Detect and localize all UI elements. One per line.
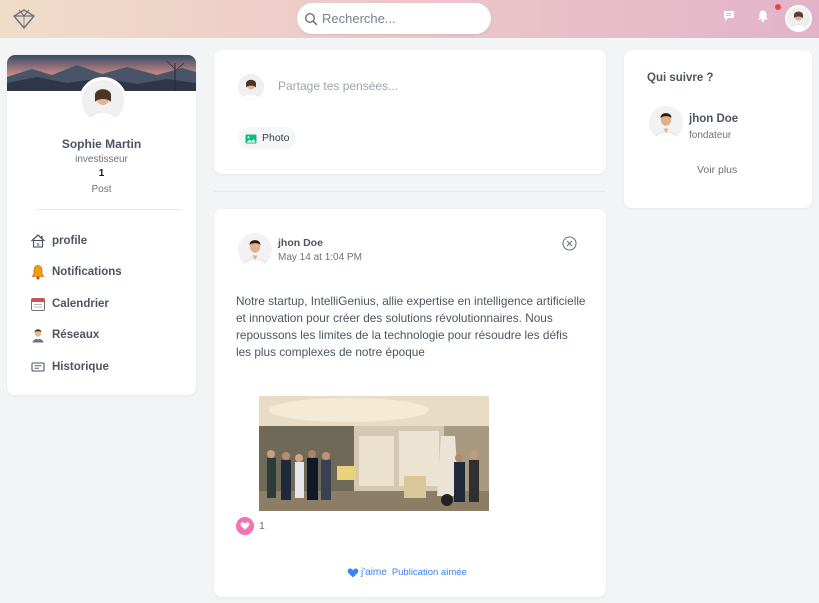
profile-avatar[interactable] bbox=[79, 77, 127, 125]
feed-divider bbox=[214, 191, 606, 192]
profile-divider bbox=[37, 209, 181, 210]
like-button-label: j'aime bbox=[361, 566, 387, 578]
person-icon bbox=[30, 327, 46, 343]
sidebar-item-label: Historique bbox=[52, 360, 109, 373]
sidebar-item-label: Calendrier bbox=[52, 297, 109, 310]
top-bar bbox=[0, 0, 819, 38]
notification-dot bbox=[775, 4, 781, 10]
sidebar-item-reseaux[interactable]: Réseaux bbox=[30, 320, 190, 352]
post-image[interactable] bbox=[259, 396, 489, 511]
heart-icon bbox=[347, 566, 359, 578]
suggestions-card: Qui suivre ? jhon Doe fondateur Voir plu… bbox=[624, 50, 812, 208]
diamond-logo-icon[interactable] bbox=[12, 8, 36, 30]
sidebar-item-label: Réseaux bbox=[52, 329, 100, 342]
user-avatar[interactable] bbox=[785, 5, 812, 32]
suggestion-avatar[interactable] bbox=[649, 106, 683, 140]
sidebar-item-calendrier[interactable]: Calendrier bbox=[30, 288, 190, 320]
image-icon bbox=[245, 132, 257, 144]
sidebar-item-notifications[interactable]: Notifications bbox=[30, 257, 190, 289]
sidebar-menu: profile Notifications Calendrier Réseaux… bbox=[30, 225, 190, 383]
composer-avatar bbox=[238, 74, 264, 100]
post-timestamp: May 14 at 1:04 PM bbox=[278, 252, 362, 263]
search-icon bbox=[304, 12, 318, 26]
like-count: 1 bbox=[259, 520, 265, 532]
photo-button-label: Photo bbox=[262, 132, 290, 144]
sidebar-item-label: Notifications bbox=[52, 266, 122, 279]
search-bar[interactable] bbox=[297, 3, 491, 34]
like-summary: 1 bbox=[236, 517, 265, 535]
post-author-avatar[interactable] bbox=[238, 233, 272, 267]
search-input[interactable] bbox=[322, 11, 482, 26]
profile-role: investisseur bbox=[75, 154, 128, 165]
close-icon[interactable] bbox=[562, 236, 577, 251]
post-text: Notre startup, IntelliGenius, allie expe… bbox=[236, 294, 586, 359]
post-actions: j'aime Publication aimée bbox=[347, 566, 467, 578]
post-card: jhon Doe May 14 at 1:04 PM Notre startup… bbox=[214, 209, 606, 597]
post-composer: Photo bbox=[214, 50, 606, 174]
profile-card: Sophie Martin investisseur 1 Post profil… bbox=[7, 55, 196, 395]
suggestions-title: Qui suivre ? bbox=[647, 72, 714, 84]
heart-badge-icon bbox=[236, 517, 254, 535]
composer-input[interactable] bbox=[278, 79, 578, 93]
profile-name[interactable]: Sophie Martin bbox=[7, 137, 196, 151]
chat-icon[interactable] bbox=[722, 9, 736, 23]
suggestion-name[interactable]: jhon Doe bbox=[689, 113, 738, 125]
photo-button[interactable]: Photo bbox=[238, 127, 297, 149]
bell-icon[interactable] bbox=[756, 9, 770, 23]
history-icon bbox=[30, 359, 46, 375]
see-more-link[interactable]: Voir plus bbox=[697, 164, 737, 176]
sidebar-item-historique[interactable]: Historique bbox=[30, 351, 190, 383]
liked-status: Publication aimée bbox=[391, 566, 467, 578]
bell-icon bbox=[30, 264, 46, 280]
sidebar-item-profile[interactable]: profile bbox=[30, 225, 190, 257]
profile-post-count: 1 bbox=[98, 168, 105, 179]
house-icon bbox=[30, 233, 46, 249]
suggestion-role: fondateur bbox=[689, 130, 732, 141]
sidebar-item-label: profile bbox=[52, 234, 88, 247]
like-button[interactable]: j'aime bbox=[347, 566, 387, 578]
profile-post-label: Post bbox=[91, 184, 112, 195]
calendar-icon bbox=[30, 296, 46, 312]
post-author-name[interactable]: jhon Doe bbox=[278, 237, 323, 249]
